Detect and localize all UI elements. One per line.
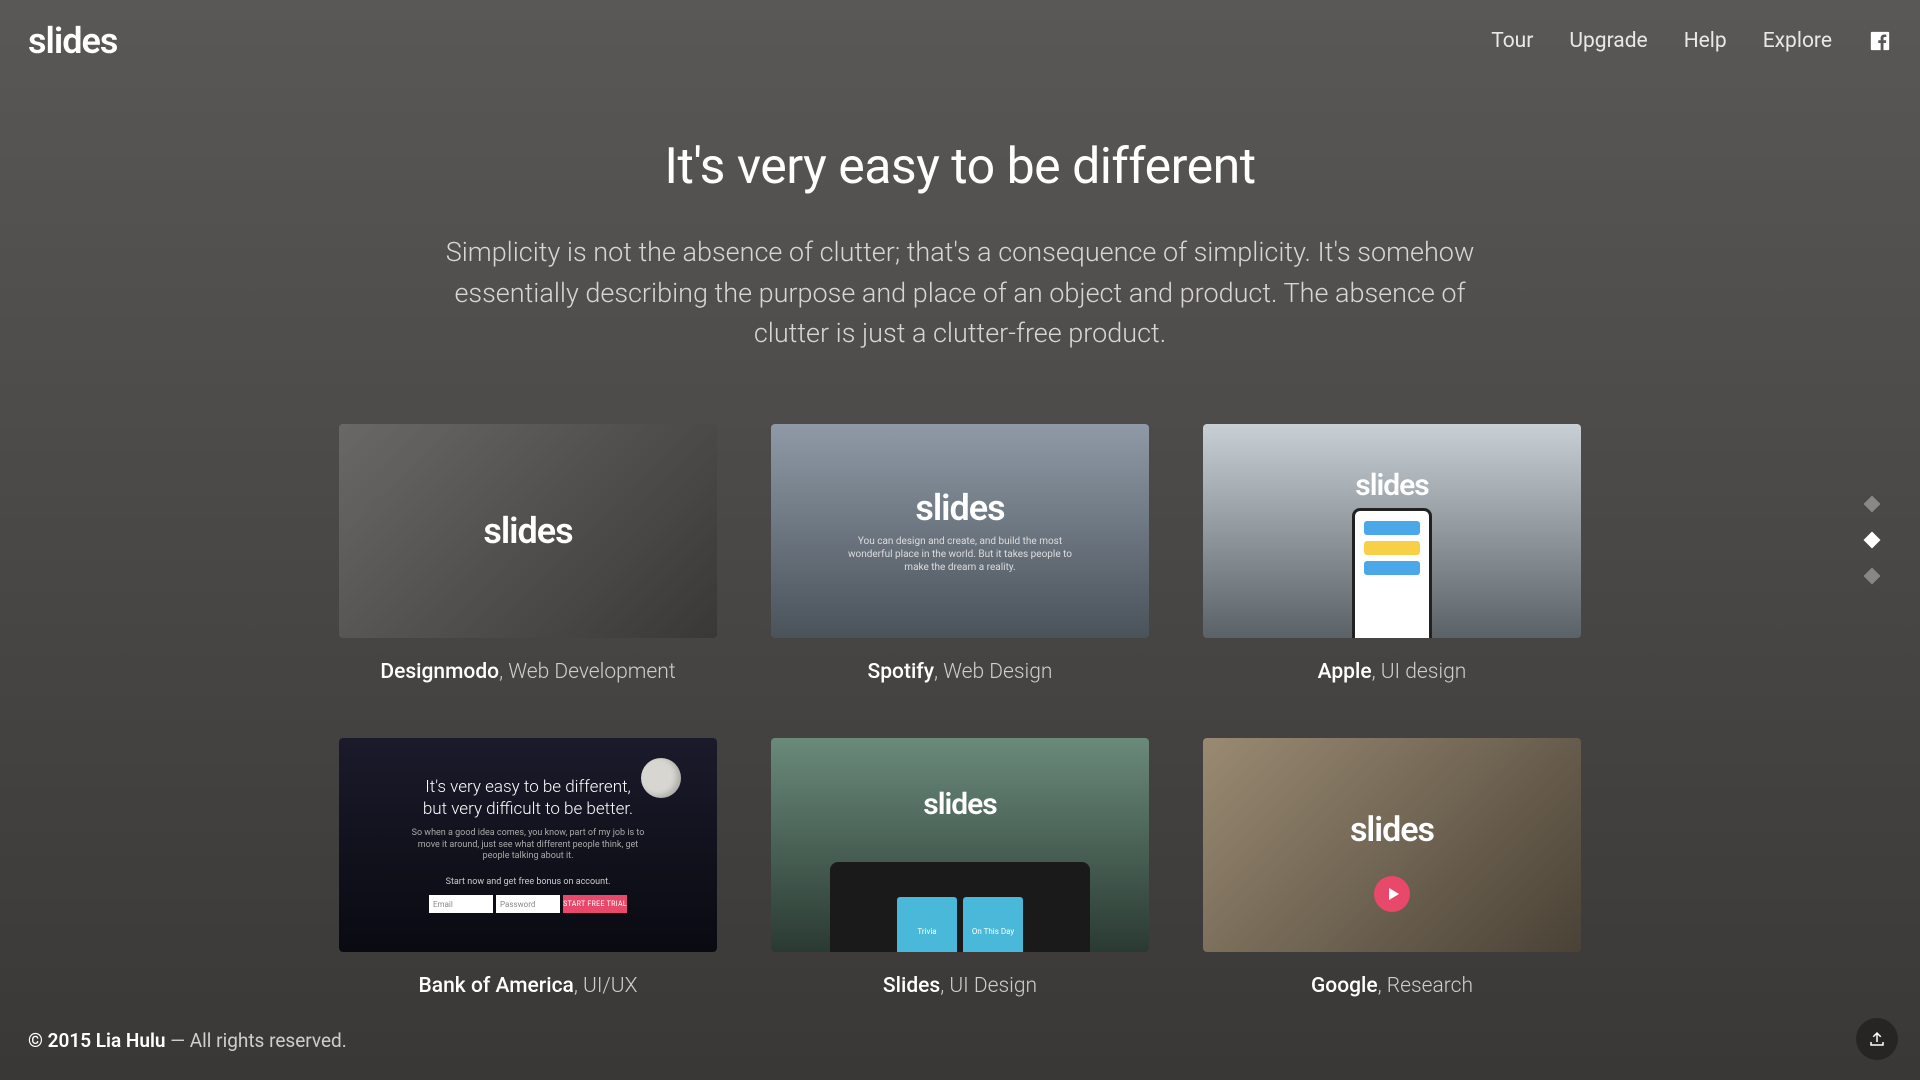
tablet-mockup-icon: Trivia On This Day: [830, 862, 1090, 952]
card-caption: Google, Research: [1203, 974, 1581, 998]
facebook-icon[interactable]: [1868, 29, 1892, 53]
email-input: Email: [429, 895, 493, 913]
card-caption: Slides, UI Design: [771, 974, 1149, 998]
thumb-logo: slides: [483, 510, 572, 552]
pagination-dot-2[interactable]: [1864, 532, 1881, 549]
thumb-small-text: Start now and get free bonus on account.: [408, 877, 648, 887]
card-google[interactable]: slides Google, Research: [1203, 738, 1581, 998]
card-caption: Spotify, Web Design: [771, 660, 1149, 684]
card-thumbnail: slides You can design and create, and bu…: [771, 424, 1149, 638]
card-thumbnail: It's very easy to be different,but very …: [339, 738, 717, 952]
cta-button: START FREE TRIAL: [563, 895, 627, 913]
site-logo[interactable]: slides: [28, 20, 117, 62]
hero: It's very easy to be different Simplicit…: [410, 82, 1510, 354]
card-designmodo[interactable]: slides Designmodo, Web Development: [339, 424, 717, 684]
play-icon: [1374, 876, 1410, 912]
thumb-subtitle: So when a good idea comes, you know, par…: [408, 828, 648, 863]
portfolio-grid: slides Designmodo, Web Development slide…: [0, 424, 1920, 998]
share-button[interactable]: [1856, 1018, 1898, 1060]
card-slides[interactable]: slides Trivia On This Day Slides, UI Des…: [771, 738, 1149, 998]
thumb-logo: slides: [1355, 468, 1428, 503]
thumb-title: It's very easy to be different,but very …: [408, 776, 648, 820]
thumb-tagline: You can design and create, and build the…: [840, 535, 1080, 574]
card-apple[interactable]: slides Apple, UI design: [1203, 424, 1581, 684]
pagination-dot-3[interactable]: [1864, 568, 1881, 585]
card-spotify[interactable]: slides You can design and create, and bu…: [771, 424, 1149, 684]
pagination-dot-1[interactable]: [1864, 496, 1881, 513]
card-caption: Bank of America, UI/UX: [339, 974, 717, 998]
card-thumbnail: slides: [1203, 738, 1581, 952]
thumb-logo: slides: [923, 787, 996, 822]
nav-upgrade[interactable]: Upgrade: [1569, 29, 1647, 53]
footer-copyright: © 2015 Lia Hulu — All rights reserved.: [28, 1029, 347, 1052]
card-bank-of-america[interactable]: It's very easy to be different,but very …: [339, 738, 717, 998]
card-caption: Designmodo, Web Development: [339, 660, 717, 684]
phone-mockup-icon: [1352, 508, 1432, 638]
thumb-logo: slides: [1350, 810, 1434, 850]
card-thumbnail: slides: [1203, 424, 1581, 638]
card-thumbnail: slides: [339, 424, 717, 638]
thumb-form: Email Password START FREE TRIAL: [408, 895, 648, 913]
hero-subtitle: Simplicity is not the absence of clutter…: [430, 232, 1490, 354]
password-input: Password: [496, 895, 560, 913]
nav-tour[interactable]: Tour: [1491, 29, 1533, 53]
nav: Tour Upgrade Help Explore: [1491, 29, 1892, 53]
header: slides Tour Upgrade Help Explore: [0, 0, 1920, 82]
thumb-logo: slides: [915, 487, 1004, 529]
nav-explore[interactable]: Explore: [1763, 29, 1832, 53]
nav-help[interactable]: Help: [1684, 29, 1727, 53]
slide-pagination: [1866, 498, 1878, 582]
card-caption: Apple, UI design: [1203, 660, 1581, 684]
hero-title: It's very easy to be different: [430, 138, 1490, 196]
card-thumbnail: slides Trivia On This Day: [771, 738, 1149, 952]
